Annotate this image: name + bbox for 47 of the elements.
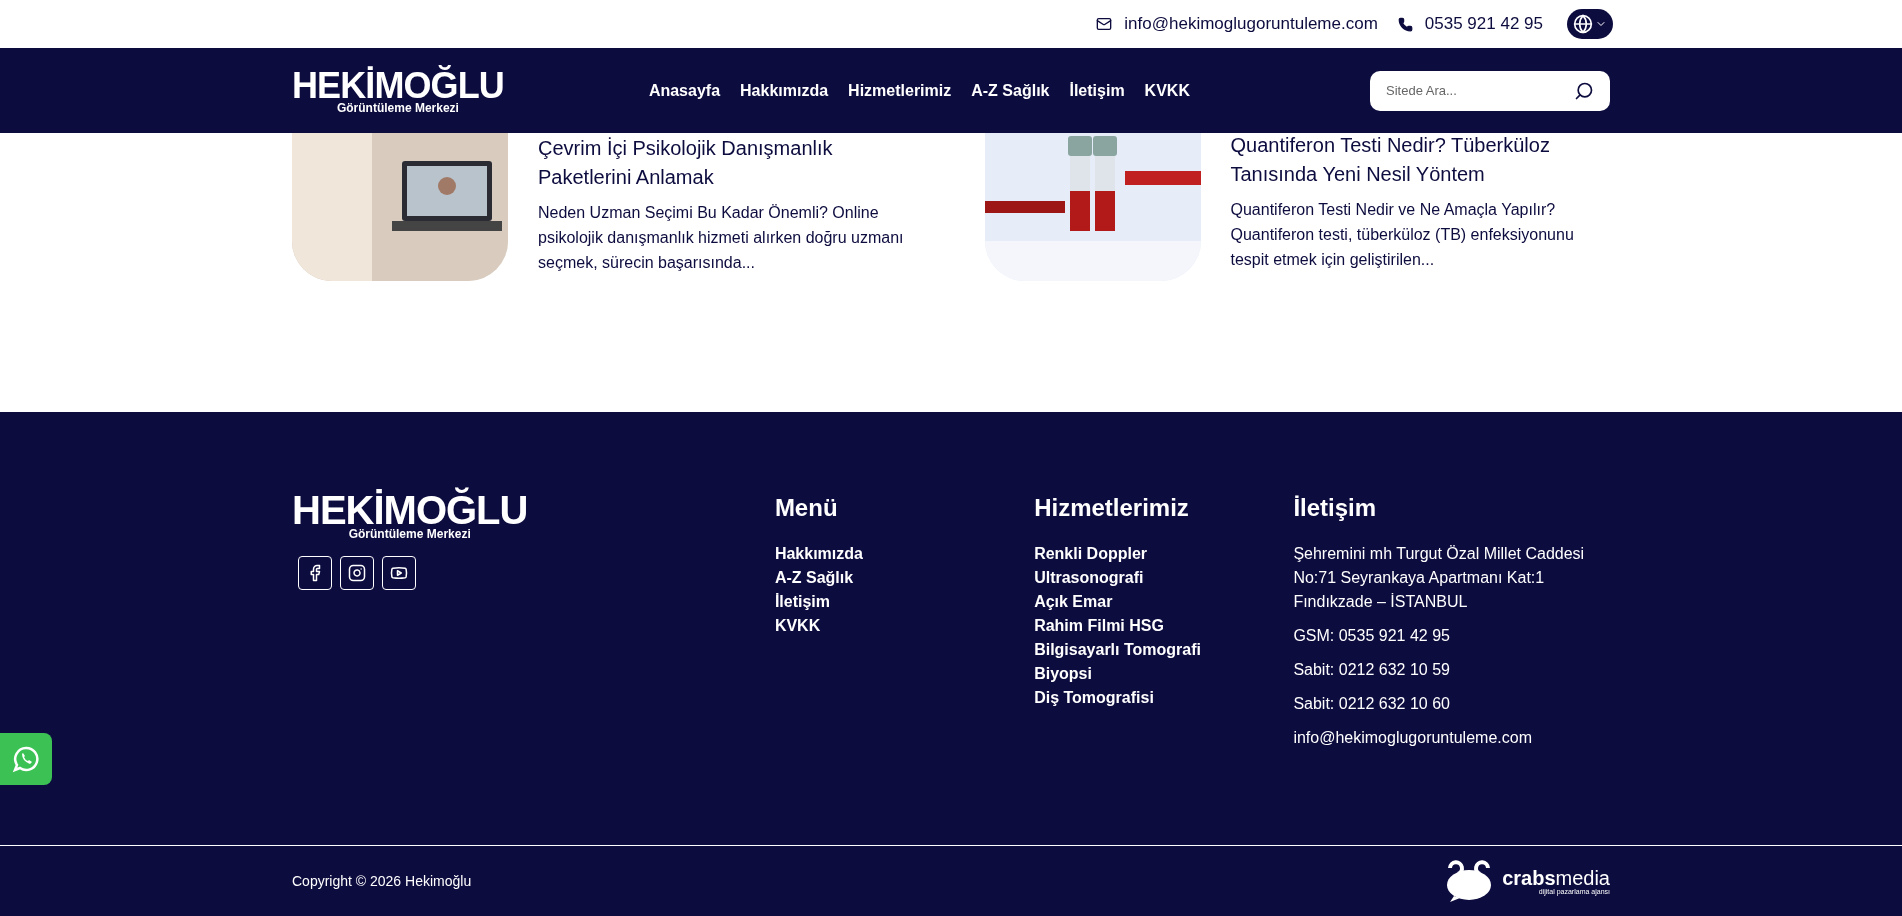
agency-name[interactable]: crabs bbox=[1502, 867, 1556, 888]
post-title[interactable]: Quantiferon Testi Nedir? Tüberküloz Tanısında Yeni Nesil Yöntem bbox=[1230, 133, 1610, 189]
nav-link[interactable]: Hizmetlerimiz bbox=[848, 78, 952, 103]
logo-tagline: Görüntüleme Merkezi bbox=[336, 101, 459, 114]
logo-tagline: Görüntüleme Merkezi bbox=[348, 528, 471, 540]
globe-icon bbox=[1573, 14, 1593, 34]
nav-link[interactable]: Hakkımızda bbox=[740, 78, 829, 103]
copyright-text: Copyright © 2026 Hekimoğlu bbox=[292, 871, 472, 891]
footer-link[interactable]: Biyopsi bbox=[1034, 662, 1294, 686]
footer-heading: İletişim bbox=[1293, 493, 1378, 523]
footer-link[interactable]: Renkli Doppler bbox=[1034, 542, 1294, 566]
nav-link[interactable]: Anasayfa bbox=[648, 78, 721, 103]
footer-link[interactable]: Açık Emar bbox=[1034, 590, 1294, 614]
contact-phone[interactable]: 0535 921 42 95 bbox=[1424, 11, 1543, 37]
contact-line: Sabit: 0212 632 10 60 bbox=[1293, 694, 1451, 714]
footer-link[interactable]: KVKK bbox=[774, 614, 1035, 638]
footer-heading: Menü bbox=[774, 493, 839, 523]
facebook-icon[interactable] bbox=[298, 556, 332, 590]
footer-link[interactable]: A-Z Sağlık bbox=[774, 566, 1035, 590]
footer-link[interactable]: Diş Tomografisi bbox=[1034, 686, 1294, 710]
logo-wordmark: HEKİMOĞLU bbox=[292, 67, 504, 104]
contact-email[interactable]: info@hekimoglugoruntuleme.com bbox=[1124, 11, 1378, 37]
post-excerpt: Neden Uzman Seçimi Bu Kadar Önemli? Online psikolojik danışmanlık hizmeti alırken doğru uzmanı seçmek, sürecin başarısında... bbox=[538, 203, 905, 273]
footer-link[interactable]: Ultrasonografi bbox=[1034, 566, 1294, 590]
nav-link[interactable]: KVKK bbox=[1144, 78, 1190, 103]
contact-line: info@hekimoglugoruntuleme.com bbox=[1293, 728, 1533, 748]
contact-line: Sabit: 0212 632 10 59 bbox=[1293, 660, 1451, 680]
footer-link[interactable]: İletişim bbox=[774, 590, 1035, 614]
language-button[interactable] bbox=[1567, 9, 1613, 39]
search-icon[interactable] bbox=[1574, 80, 1594, 101]
phone-icon bbox=[1397, 16, 1413, 32]
agency-name[interactable]: media bbox=[1555, 867, 1610, 888]
footer-link[interactable]: Bilgisayarlı Tomografi bbox=[1034, 638, 1294, 662]
post-excerpt: Quantiferon Testi Nedir ve Ne Amaçla Yapılır? Quantiferon testi, tüberküloz (TB) enfeksiyonunu tespit etmek için geliştirilen... bbox=[1230, 200, 1575, 270]
whatsapp-icon bbox=[12, 745, 40, 773]
contact-address: Şehremini mh Turgut Özal Millet Caddesi No:71 Seyrankaya Apartmanı Kat:1 Fındıkzade – İSTANBUL bbox=[1293, 544, 1586, 612]
nav-link[interactable]: A-Z Sağlık bbox=[971, 78, 1050, 103]
footer-heading: Hizmetlerimiz bbox=[1034, 493, 1190, 523]
contact-line: GSM: 0535 921 42 95 bbox=[1293, 626, 1451, 646]
instagram-icon[interactable] bbox=[340, 556, 374, 590]
search-field[interactable]: Sitede Ara... bbox=[1370, 70, 1610, 111]
nav-link[interactable]: İletişim bbox=[1069, 78, 1125, 103]
youtube-icon[interactable] bbox=[382, 556, 416, 590]
post-title[interactable]: Çevrim İçi Psikolojik Danışmanlık Paketlerini Anlamak bbox=[538, 134, 918, 192]
mail-icon bbox=[1096, 16, 1113, 32]
footer-link[interactable]: Hakkımızda bbox=[774, 542, 1035, 566]
footer-link[interactable]: Rahim Filmi HSG bbox=[1034, 614, 1294, 638]
